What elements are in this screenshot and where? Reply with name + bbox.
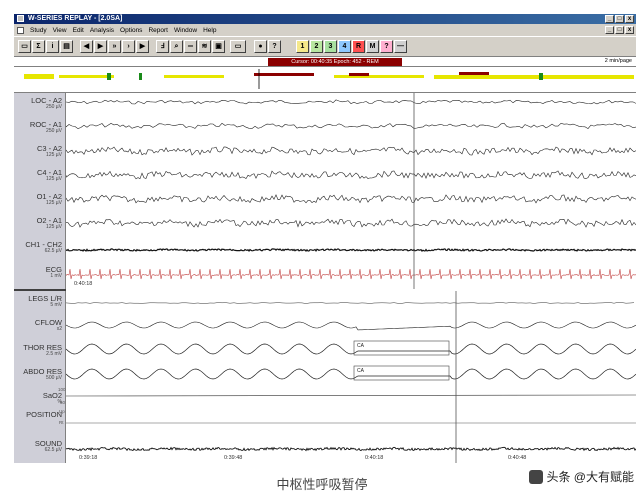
- hypno-segment: [459, 72, 489, 75]
- time-axis-label: 0:39:48: [224, 455, 243, 461]
- menu-options[interactable]: Options: [120, 27, 142, 34]
- hypnogram-overview[interactable]: [14, 67, 636, 93]
- hypno-segment: [24, 74, 54, 79]
- waveform-icon[interactable]: ≋: [198, 40, 211, 53]
- stage-2-button[interactable]: 2: [310, 40, 323, 53]
- channel-label[interactable]: SaO2%: [14, 391, 66, 405]
- hypno-segment: [59, 75, 114, 78]
- hypno-segment: [107, 73, 111, 80]
- help-icon[interactable]: ?: [268, 40, 281, 53]
- menu-analysis[interactable]: Analysis: [90, 27, 114, 34]
- step-back-icon[interactable]: ▶: [94, 40, 107, 53]
- menu-help[interactable]: Help: [203, 27, 216, 34]
- menu-window[interactable]: Window: [174, 27, 197, 34]
- cursor-strip: Cursor: 00:40:35 Epoch: 452 - REM 2 min/…: [14, 57, 636, 67]
- hypno-segment: [164, 75, 224, 78]
- sigma-icon[interactable]: Σ: [32, 40, 45, 53]
- zoom-icon[interactable]: ⌕: [170, 40, 183, 53]
- play-icon[interactable]: ▶: [136, 40, 149, 53]
- channel-label[interactable]: ROC - A1 250 µV: [14, 120, 66, 134]
- minimize-button[interactable]: _: [605, 15, 614, 23]
- menu-study[interactable]: Study: [30, 27, 47, 34]
- channel-label[interactable]: LEGS L/R 5 mV: [14, 294, 66, 308]
- menu-view[interactable]: View: [53, 27, 67, 34]
- fast-forward-icon[interactable]: »: [108, 40, 121, 53]
- skip-icon[interactable]: ›: [122, 40, 135, 53]
- stage-unknown-button[interactable]: ?: [380, 40, 393, 53]
- watermark-logo-icon: [529, 469, 544, 484]
- channel-label[interactable]: O2 - A1 125 µV: [14, 216, 66, 230]
- stage-4-button[interactable]: 4: [338, 40, 351, 53]
- annotation-ca: CA: [357, 343, 365, 349]
- monitor-icon[interactable]: ▣: [212, 40, 225, 53]
- menu-edit[interactable]: Edit: [73, 27, 84, 34]
- channel-label[interactable]: LOC - A2 250 µV: [14, 96, 66, 110]
- close-button[interactable]: x: [625, 15, 634, 23]
- print-icon[interactable]: ▤: [60, 40, 73, 53]
- time-axis-label: 0:40:18: [365, 455, 384, 461]
- document-controls: _ □ x: [605, 26, 634, 34]
- channel-label[interactable]: CFLOW x2: [14, 318, 66, 332]
- channel-label[interactable]: SOUND 62.5 µV: [14, 439, 66, 453]
- document-icon[interactable]: [17, 26, 24, 34]
- stage-1-button[interactable]: 1: [296, 40, 309, 53]
- hypno-segment: [349, 73, 369, 76]
- cursor-info: Cursor: 00:40:35 Epoch: 452 - REM: [268, 58, 402, 66]
- menu-report[interactable]: Report: [148, 27, 168, 34]
- info-icon[interactable]: i: [46, 40, 59, 53]
- stage-movement-button[interactable]: M: [366, 40, 379, 53]
- doc-minimize-button[interactable]: _: [605, 26, 614, 34]
- montage-icon[interactable]: ▭: [230, 40, 246, 53]
- hypno-segment: [139, 73, 142, 80]
- lightbulb-icon[interactable]: ●: [254, 40, 267, 53]
- annotation-ca: CA: [357, 368, 365, 374]
- watermark: 头条 @大有赋能: [529, 468, 634, 485]
- channel-label[interactable]: C4 - A1 125 µV: [14, 168, 66, 182]
- sao2-tick-high: 100: [58, 387, 66, 392]
- hypno-segment: [539, 73, 543, 80]
- app-icon: [17, 15, 24, 22]
- stage-3-button[interactable]: 3: [324, 40, 337, 53]
- channel-label[interactable]: ECG 1 mV: [14, 265, 66, 279]
- title-bar: W-SERIES REPLAY - [2.0SA] _ □ x: [14, 14, 636, 24]
- time-axis-label: 0:39:18: [79, 455, 98, 461]
- maximize-button[interactable]: □: [615, 15, 624, 23]
- hypnogram-svg: [24, 69, 634, 89]
- channel-label[interactable]: O1 - A2 125 µV: [14, 192, 66, 206]
- open-folder-icon[interactable]: ▭: [18, 40, 31, 53]
- marker-icon[interactable]: Ⅎ: [156, 40, 169, 53]
- top-channel-labels: LOC - A2 250 µV ROC - A1 250 µV C3 - A2 125…: [14, 93, 66, 289]
- doc-close-button[interactable]: x: [625, 26, 634, 34]
- sao2-tick-low: 50: [60, 400, 66, 405]
- page-size-label: 2 min/page: [604, 58, 632, 64]
- doc-maximize-button[interactable]: □: [615, 26, 624, 34]
- ruler-icon[interactable]: ═: [184, 40, 197, 53]
- menu-bar: Study View Edit Analysis Options Report …: [14, 24, 636, 36]
- waveform-display[interactable]: CA CA: [66, 93, 636, 463]
- top-time-label: 0:40:18: [74, 281, 93, 287]
- rewind-start-icon[interactable]: ◀: [80, 40, 93, 53]
- time-axis-label: 0:40:48: [508, 455, 527, 461]
- stage-rem-button[interactable]: R: [352, 40, 365, 53]
- bottom-channel-labels: LEGS L/R 5 mV CFLOW x2 THOR RES 2.5 mV ABDO…: [14, 291, 66, 463]
- position-tick-up: Up: [59, 409, 65, 414]
- channel-label[interactable]: CH1 - CH2 62.5 µV: [14, 240, 66, 254]
- hypno-segment: [434, 75, 634, 79]
- channel-label[interactable]: C3 - A2 125 µV: [14, 144, 66, 158]
- window-title: W-SERIES REPLAY - [2.0SA]: [28, 15, 123, 22]
- position-tick-right: Rt: [59, 420, 64, 425]
- stage-clear-button[interactable]: —: [394, 40, 407, 53]
- channel-label[interactable]: ABDO RES 500 µV: [14, 367, 66, 381]
- toolbar: ▭ Σ i ▤ ◀ ▶ » › ▶ Ⅎ ⌕ ═ ≋ ▣ ▭ ● ? 1 2 3 …: [14, 36, 636, 57]
- watermark-text: 头条 @大有赋能: [546, 470, 634, 484]
- hypno-segment: [334, 75, 424, 78]
- window-controls: _ □ x: [605, 15, 634, 23]
- hypno-segment: [254, 73, 314, 76]
- channel-label[interactable]: THOR RES 2.5 mV: [14, 343, 66, 357]
